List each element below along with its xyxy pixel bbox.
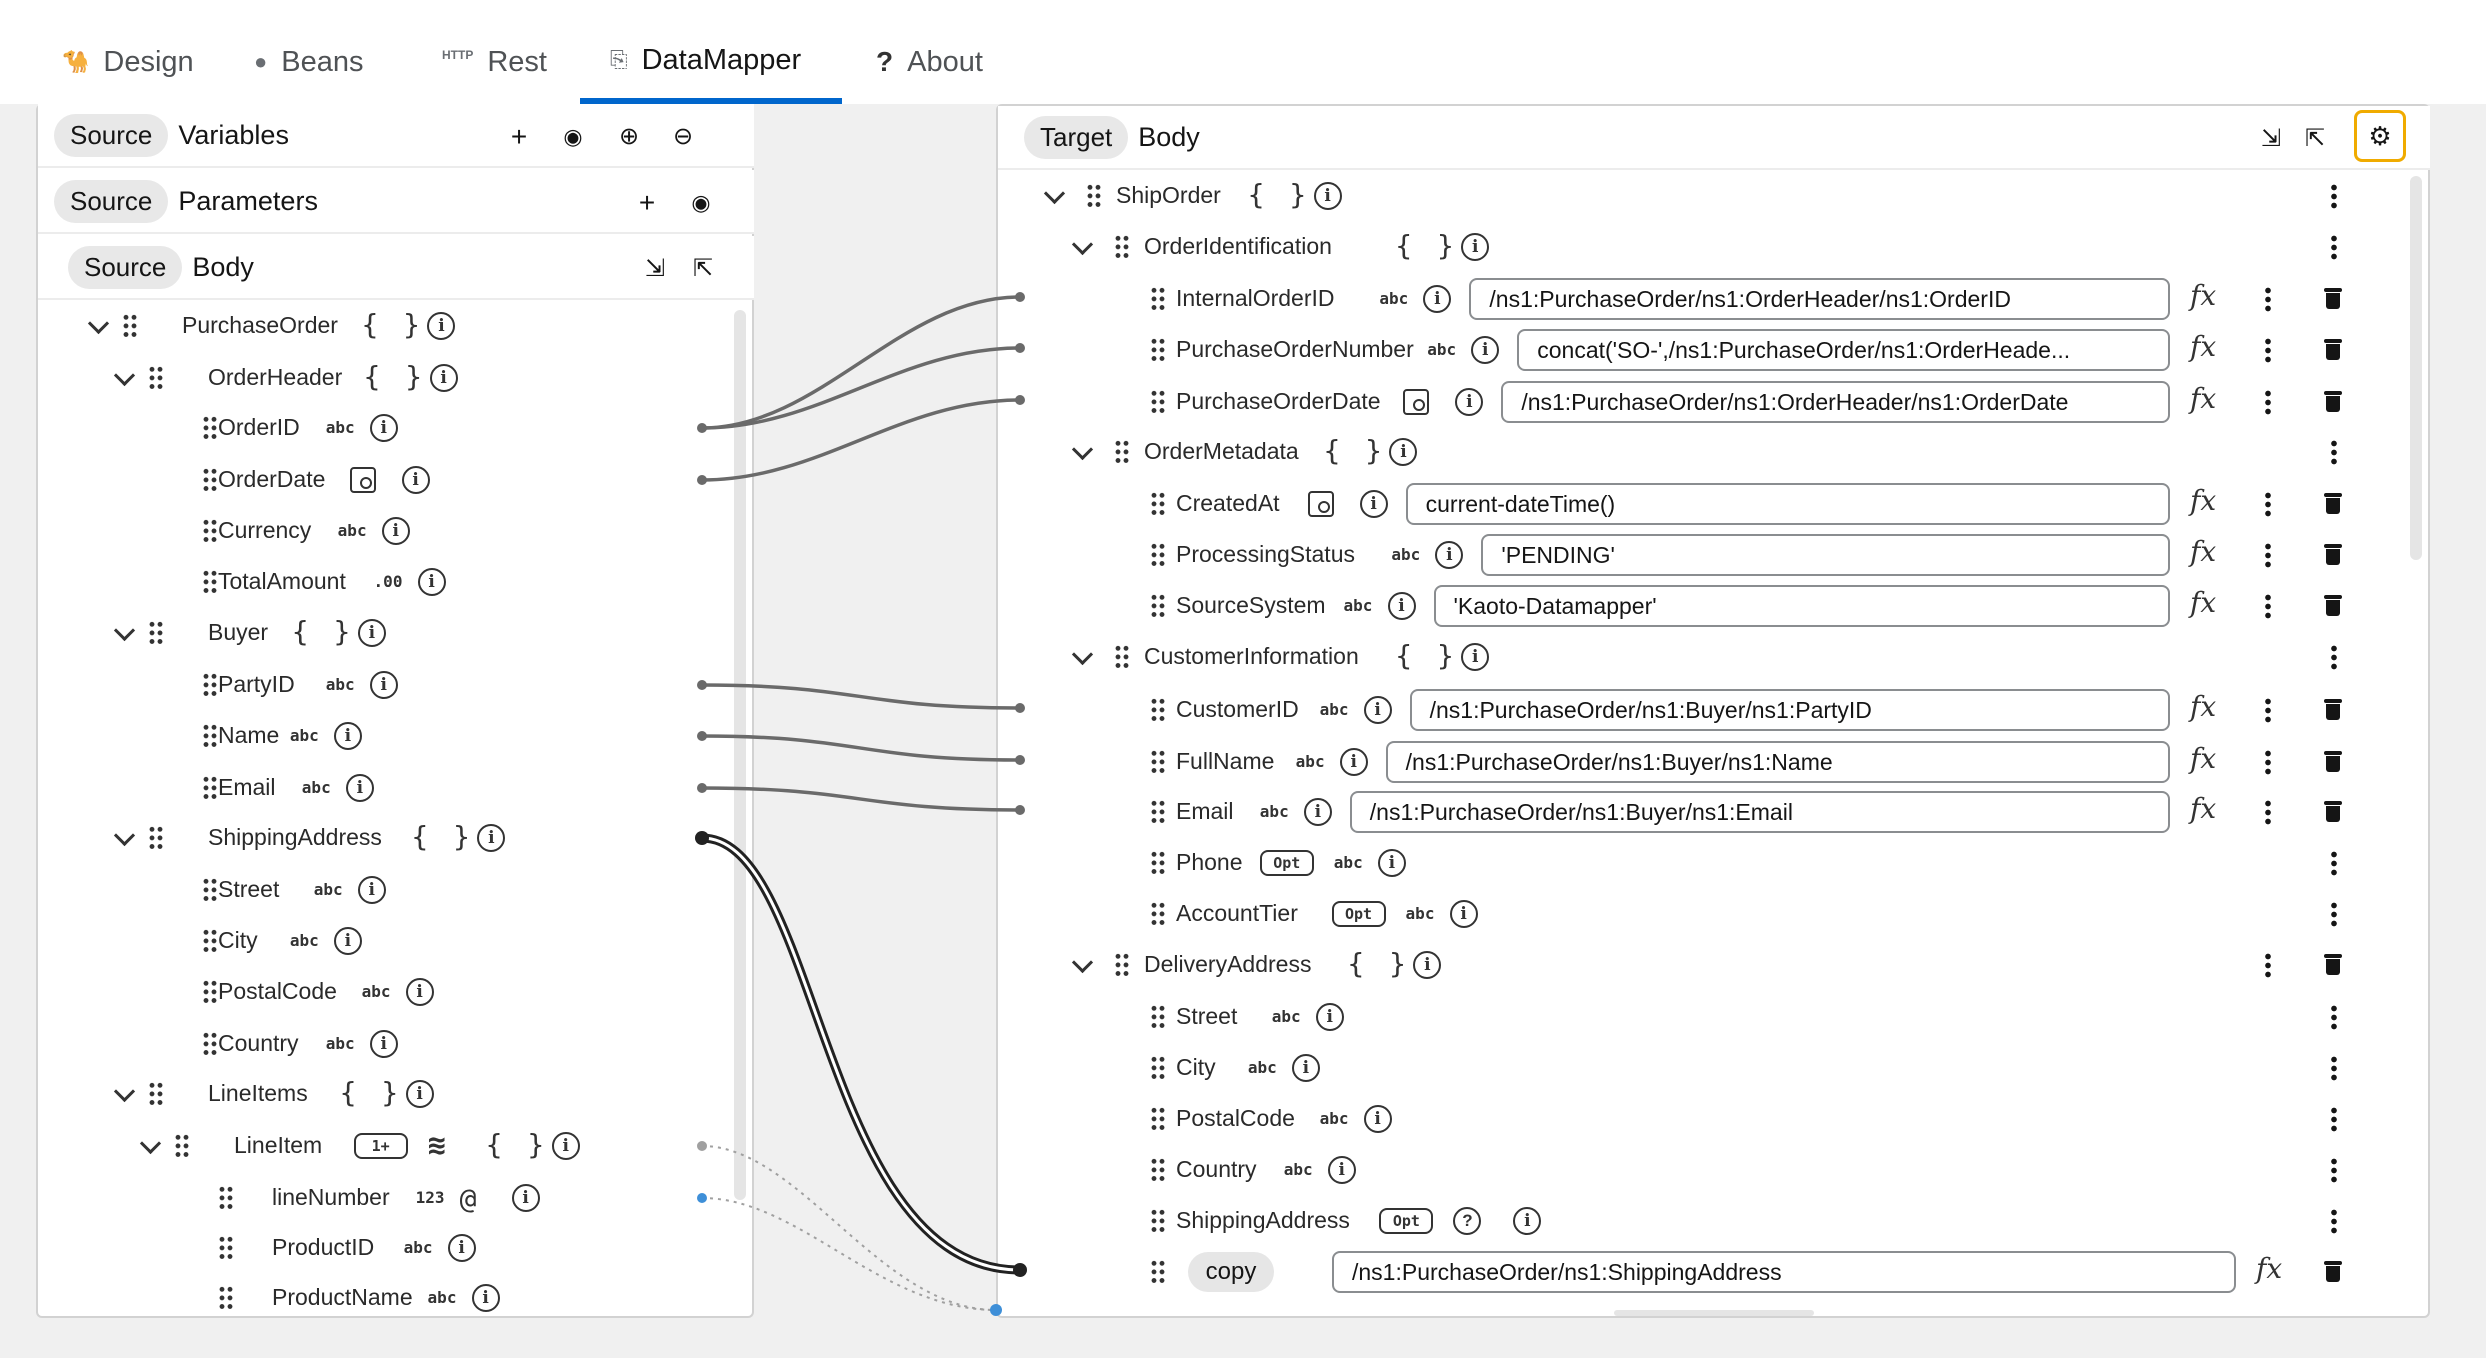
connector-dot[interactable] — [1015, 755, 1025, 765]
mapping-line-selected-inner — [701, 836, 1021, 1272]
connector-dot-selected[interactable] — [990, 1304, 1002, 1316]
connector-dot[interactable] — [1015, 292, 1025, 302]
mapping-line[interactable] — [701, 786, 1021, 812]
connector-dot[interactable] — [1015, 703, 1025, 713]
connector-dot[interactable] — [697, 423, 707, 433]
mapping-lines — [695, 292, 1027, 1316]
connector-dot[interactable] — [697, 783, 707, 793]
connector-dot-selected[interactable] — [697, 1193, 707, 1203]
mapping-line[interactable] — [701, 734, 1021, 762]
connector-dot[interactable] — [697, 475, 707, 485]
connector-dot[interactable] — [697, 731, 707, 741]
mapping-line[interactable] — [701, 683, 1021, 710]
mapping-line[interactable] — [701, 398, 1021, 482]
connector-dot[interactable] — [697, 680, 707, 690]
connector-dot[interactable] — [697, 1141, 707, 1151]
connector-dot[interactable] — [1015, 805, 1025, 815]
mapping-line-dotted — [701, 1145, 997, 1311]
connector-dot[interactable] — [1015, 395, 1025, 405]
mapping-line-selected[interactable] — [701, 833, 1021, 1275]
connector-dot[interactable] — [1015, 343, 1025, 353]
datamapper-app: 🐪 Design ● Beans HTTP Rest ⎘ DataMapper ? Abo… — [0, 0, 2486, 1358]
connector-dot[interactable] — [695, 831, 709, 845]
connector-dot[interactable] — [1013, 1263, 1027, 1277]
mapping-line[interactable] — [701, 295, 1021, 430]
